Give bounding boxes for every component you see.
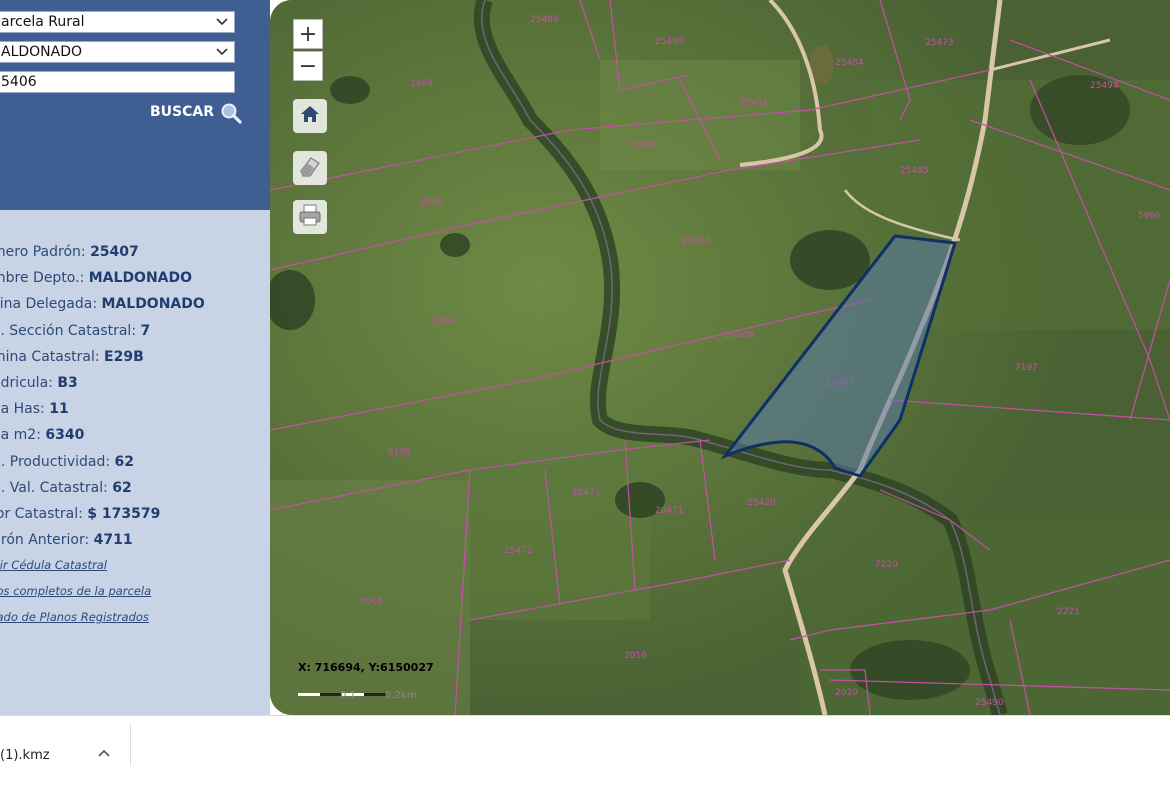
chevron-up-icon[interactable] (98, 746, 110, 762)
padron-value: 5406 (1, 74, 37, 90)
home-button[interactable] (293, 99, 327, 133)
info-row: ea Has: 11 (0, 401, 69, 418)
zoom-out-button[interactable]: − (293, 51, 323, 81)
svg-text:25490: 25490 (975, 698, 1004, 708)
search-icon (220, 102, 242, 124)
parcel-details-link[interactable]: tos completos de la parcela (0, 582, 270, 608)
emit-cedula-link[interactable]: itir Cédula Catastral (0, 556, 270, 582)
info-row: ea m2: 6340 (0, 427, 85, 444)
svg-text:2020: 2020 (835, 688, 858, 698)
info-row: d. Productividad: 62 (0, 453, 135, 470)
info-row: lor Catastral: $ 173579 (0, 505, 161, 522)
svg-text:5066: 5066 (360, 597, 383, 607)
buscar-button[interactable]: BUSCAR (150, 101, 242, 124)
svg-text:25484: 25484 (835, 58, 864, 68)
svg-text:25490: 25490 (655, 37, 684, 47)
divider (130, 724, 131, 766)
svg-text:25472: 25472 (504, 546, 533, 556)
svg-text:2221: 2221 (1057, 607, 1080, 617)
svg-text:20471: 20471 (655, 506, 684, 516)
parcel-info-list: mero Padrón: 25407 mbre Depto.: MALDONAD… (0, 242, 270, 634)
svg-text:7220: 7220 (875, 560, 898, 570)
info-row: o. Sección Catastral: 7 (0, 322, 151, 339)
svg-text:25473: 25473 (925, 38, 954, 48)
eraser-icon (297, 153, 323, 183)
download-bar: (1).kmz (0, 715, 1170, 785)
registered-plans-link[interactable]: tado de Planos Registrados (0, 608, 270, 634)
svg-text:5966: 5966 (1138, 211, 1161, 221)
download-file-name: (1).kmz (0, 747, 50, 763)
info-row: mero Padrón: 25407 (0, 244, 139, 260)
padron-input[interactable]: 5406 (0, 71, 235, 93)
svg-text:5194: 5194 (432, 316, 455, 326)
svg-text:25489: 25489 (530, 15, 559, 25)
svg-text:20471: 20471 (572, 488, 601, 498)
department-select[interactable]: ALDONADO (0, 41, 235, 63)
department-value: ALDONADO (1, 44, 83, 60)
chevron-down-icon (216, 42, 228, 68)
svg-text:2016: 2016 (624, 651, 647, 661)
svg-text:25490: 25490 (628, 141, 657, 151)
info-row: d. Val. Catastral: 62 (0, 479, 132, 496)
svg-text:2409: 2409 (410, 79, 433, 89)
info-row: drón Anterior: 4711 (0, 532, 133, 549)
svg-text:5195: 5195 (388, 448, 411, 458)
left-panel: arcela Rural ALDONADO 5406 BUSCAR mero P… (0, 0, 270, 715)
download-item[interactable]: (1).kmz (0, 740, 130, 770)
svg-text:25480: 25480 (682, 236, 711, 246)
home-icon (299, 103, 321, 129)
parcel-type-value: arcela Rural (1, 14, 85, 30)
svg-text:25485: 25485 (900, 166, 929, 176)
scale-bar (298, 681, 388, 696)
satellite-map: 25489 25490 25473 25491 25484 2409 25490… (270, 0, 1170, 715)
map-view[interactable]: 25489 25490 25473 25491 25484 2409 25490… (270, 0, 1170, 715)
parcel-type-select[interactable]: arcela Rural (0, 11, 235, 33)
svg-text:2548: 2548 (420, 198, 443, 208)
zoom-in-button[interactable]: + (293, 19, 323, 49)
info-row: mbre Depto.: MALDONADO (0, 270, 193, 287)
svg-text:25420: 25420 (747, 498, 776, 508)
info-row: mina Catastral: E29B (0, 348, 144, 365)
svg-text:7197: 7197 (1015, 363, 1038, 373)
print-button[interactable] (293, 200, 327, 234)
eraser-button[interactable] (293, 151, 327, 185)
buscar-label: BUSCAR (150, 104, 215, 120)
printer-icon (297, 202, 323, 232)
svg-text:25494: 25494 (1090, 81, 1119, 91)
coordinates-readout: X: 716694, Y:6150027 (298, 661, 434, 674)
search-panel: arcela Rural ALDONADO 5406 BUSCAR (0, 0, 270, 210)
svg-text:25491: 25491 (740, 98, 769, 108)
svg-text:25409: 25409 (725, 331, 754, 341)
info-row: cina Delegada: MALDONADO (0, 296, 205, 313)
info-row: ádricula: B3 (0, 374, 78, 391)
chevron-down-icon (216, 12, 228, 38)
